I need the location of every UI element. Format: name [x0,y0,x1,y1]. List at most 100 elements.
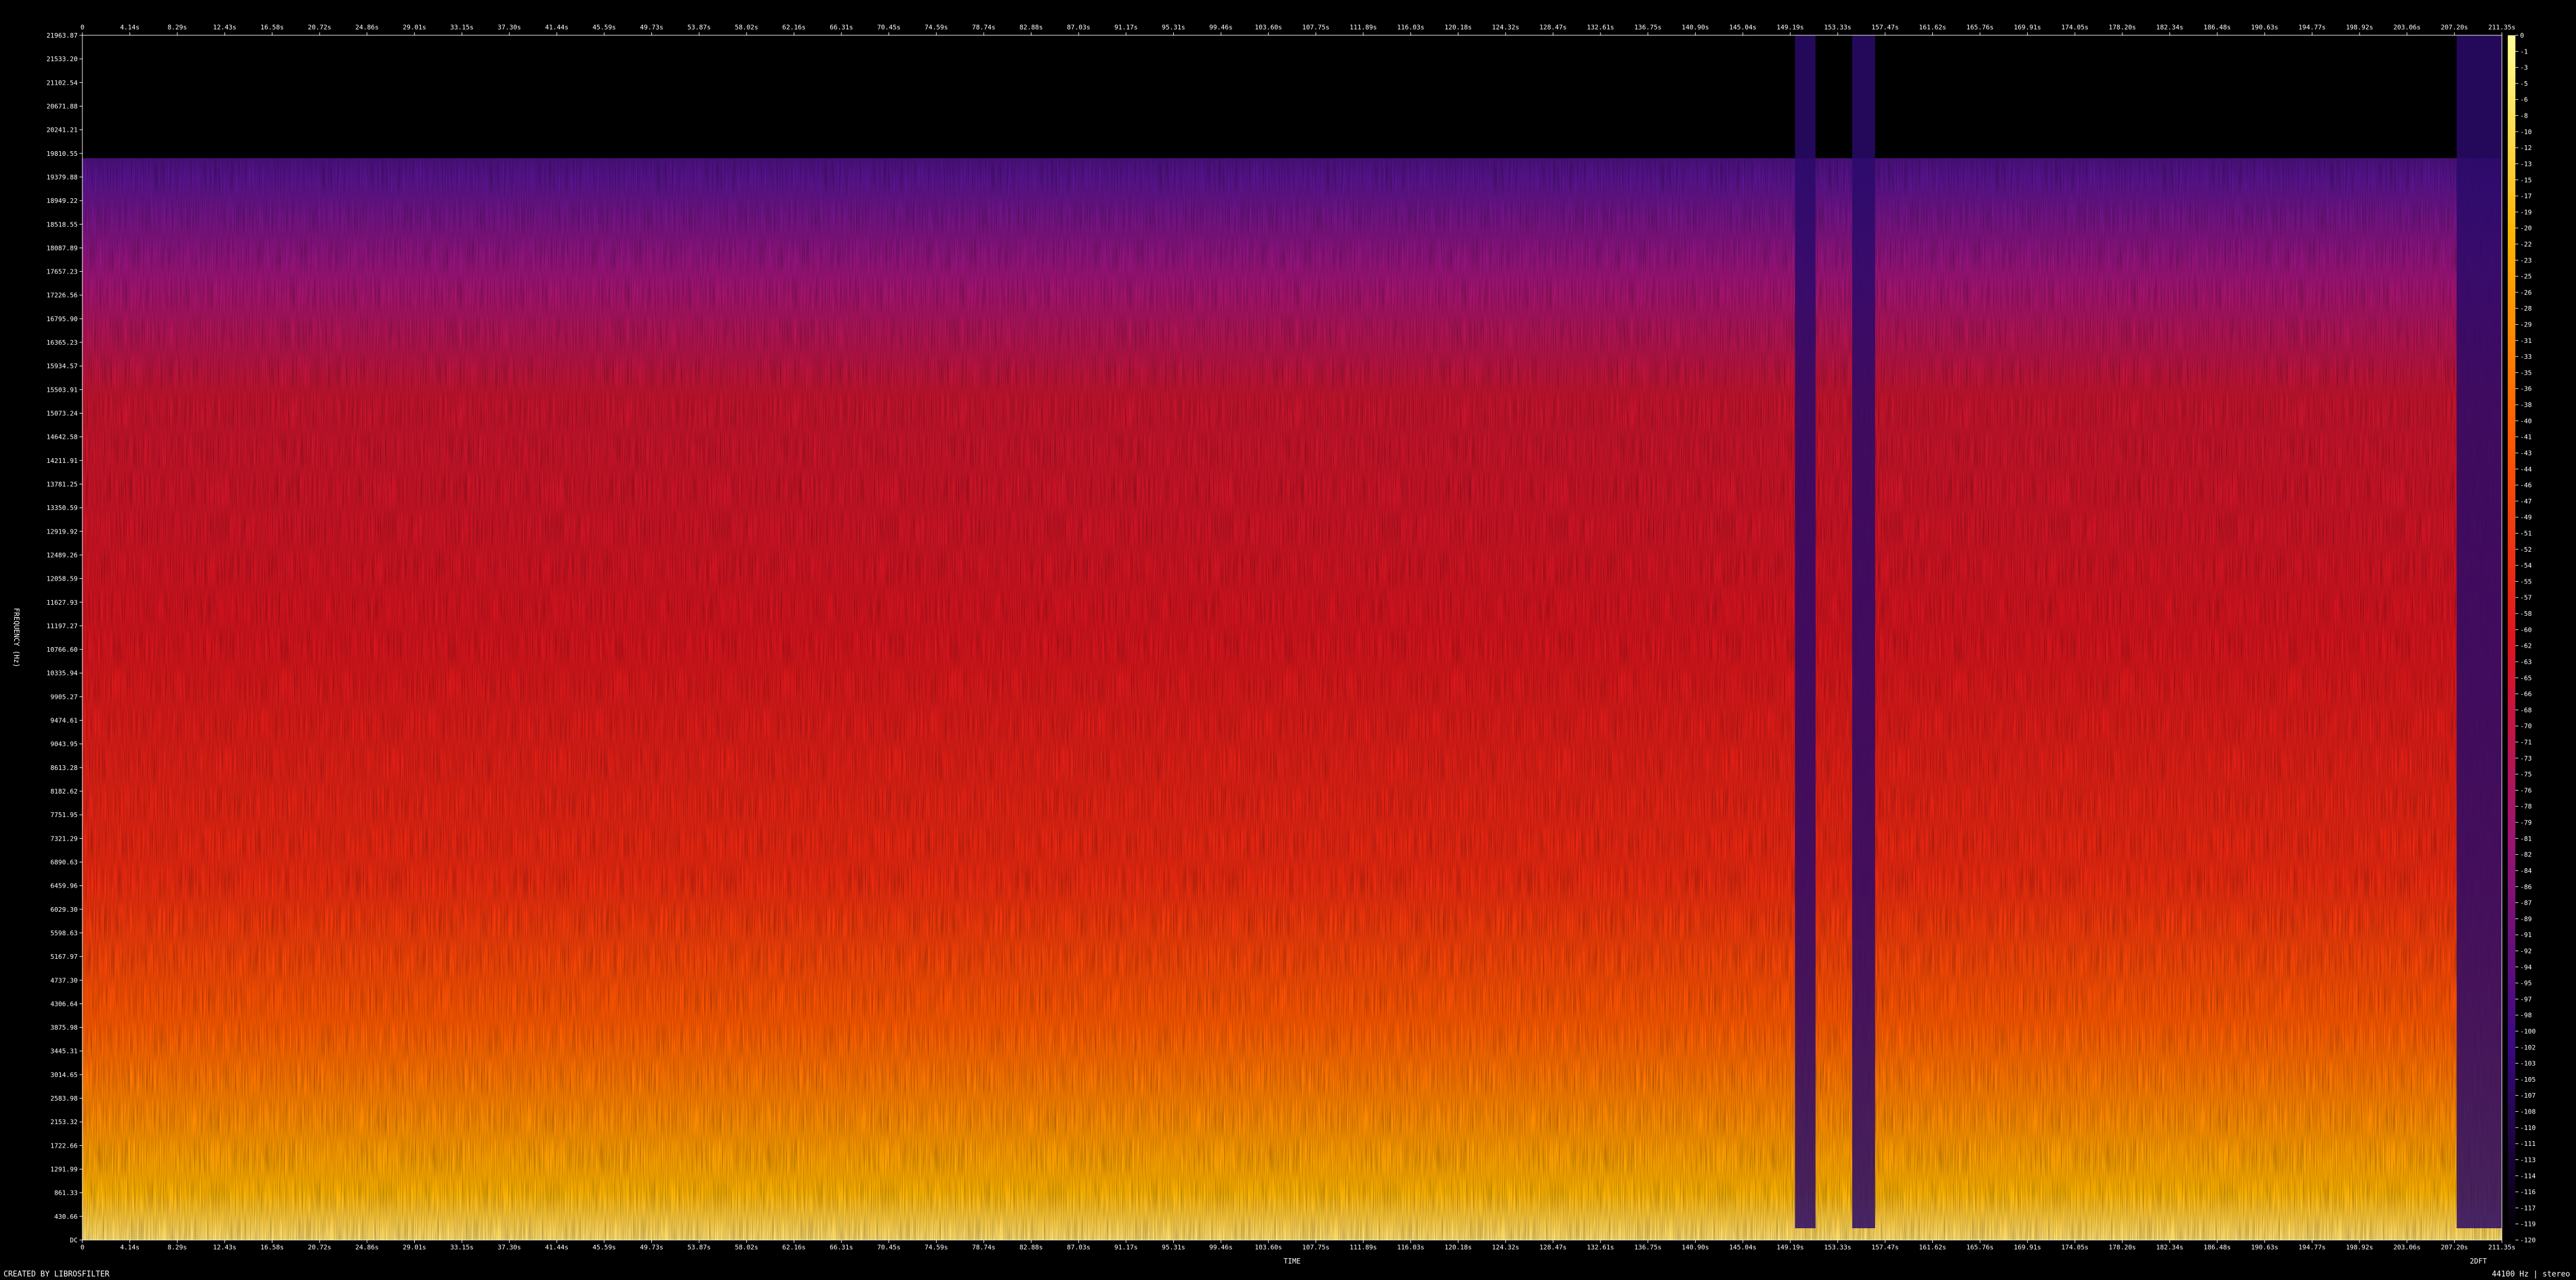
x-tick-top-label: 16.58s [261,24,284,31]
y-tick-label: 15073.24 [46,410,78,418]
x-tick-top-label: 124.32s [1492,24,1519,31]
x-tick-bottom-label: 132.61s [1587,1244,1614,1251]
colorbar-tick-label: -73 [2520,755,2532,762]
colorbar-tick-label: -46 [2520,482,2532,489]
x-tick-top-label: 82.88s [1020,24,1043,31]
y-tick-label: 21533.20 [46,55,78,63]
y-tick-label: 18949.22 [46,197,78,205]
x-tick-bottom-label: 33.15s [450,1244,474,1251]
x-tick-bottom-label: 211.35s [2488,1244,2515,1251]
y-tick-label: 8613.28 [51,764,78,772]
x-tick-top-label: 70.45s [877,24,901,31]
x-tick-top-label: 29.01s [403,24,427,31]
colorbar-tick-label: -23 [2520,256,2532,264]
y-tick-label: 3445.31 [51,1048,78,1055]
x-tick-bottom-label: 136.75s [1635,1244,1662,1251]
x-tick-bottom-label: 124.32s [1492,1244,1519,1251]
colorbar-tick-label: -92 [2520,947,2532,955]
colorbar-tick-label: -3 [2520,64,2528,72]
colorbar-tick-label: -86 [2520,883,2532,891]
colorbar-tick-label: -98 [2520,1012,2532,1019]
colorbar-tick-label: -6 [2520,96,2528,104]
colorbar-tick-label: -63 [2520,658,2532,666]
y-tick-label: 11627.93 [46,599,78,606]
x-tick-bottom-label: 66.31s [830,1244,853,1251]
x-tick-top-label: 132.61s [1587,24,1614,31]
x-tick-top-label: 194.77s [2298,24,2325,31]
x-tick-top-label: 174.05s [2061,24,2088,31]
x-tick-bottom-label: 70.45s [877,1244,901,1251]
x-tick-bottom-label: 190.63s [2251,1244,2278,1251]
y-tick-label: 16365.23 [46,339,78,346]
credit-label: CREATED BY LIBROSFILTER [4,1270,110,1279]
colorbar-tick-label: -10 [2520,128,2532,136]
y-tick-label: 6029.30 [51,906,78,914]
colorbar-tick-label: -36 [2520,385,2532,393]
x-tick-bottom-label: 153.33s [1824,1244,1851,1251]
x-tick-top-label: 178.20s [2109,24,2136,31]
y-tick-label: 21963.87 [46,32,78,39]
colorbar-tick-label: -19 [2520,208,2532,216]
x-tick-top-label: 45.59s [593,24,616,31]
colorbar-tick-label: -84 [2520,867,2532,875]
x-tick-bottom-label: 37.30s [498,1244,521,1251]
x-tick-bottom-label: 49.73s [640,1244,664,1251]
x-tick-top-label: 12.43s [213,24,237,31]
y-tick-label: 12919.92 [46,528,78,535]
x-tick-top-label: 41.44s [545,24,568,31]
colorbar-tick-label: -44 [2520,465,2532,473]
colorbar-tick-label: -20 [2520,225,2532,232]
y-tick-label: 18518.55 [46,221,78,228]
colorbar-tick-label: -81 [2520,835,2532,842]
colorbar-tick-label: -119 [2520,1221,2536,1228]
x-tick-top-label: 99.46s [1209,24,1233,31]
x-tick-top-label: 120.18s [1445,24,1472,31]
y-tick-label: 9474.61 [51,717,78,725]
y-tick-label: 14211.91 [46,457,78,465]
x-tick-top-label: 87.03s [1067,24,1090,31]
x-tick-bottom-label: 111.89s [1350,1244,1377,1251]
y-tick-label: 17226.56 [46,292,78,299]
colorbar-tick-label: -100 [2520,1028,2536,1035]
x-tick-top-label: 107.75s [1302,24,1329,31]
colorbar-tick-label: -51 [2520,530,2532,538]
y-tick-label: 5598.63 [51,929,78,937]
x-tick-bottom-label: 174.05s [2061,1244,2088,1251]
y-tick-label: 21102.54 [46,79,78,86]
x-tick-top-label: 161.62s [1919,24,1946,31]
x-tick-top-label: 33.15s [450,24,474,31]
colorbar-tick-label: -33 [2520,353,2532,361]
y-tick-label: 2153.32 [51,1118,78,1126]
colorbar-tick-label: -17 [2520,192,2532,200]
colorbar-tick-label: -105 [2520,1076,2536,1084]
colorbar-tick-label: -102 [2520,1044,2536,1051]
x-tick-top-label: 24.86s [355,24,379,31]
colorbar-tick-label: -22 [2520,241,2532,248]
x-tick-top-label: 157.47s [1872,24,1899,31]
x-tick-bottom-label: 99.46s [1209,1244,1233,1251]
y-tick-label: 3014.65 [51,1071,78,1079]
x-tick-bottom-label: 29.01s [403,1244,427,1251]
x-tick-top-label: 207.20s [2441,24,2468,31]
x-tick-top-label: 66.31s [830,24,853,31]
x-tick-top-label: 78.74s [972,24,996,31]
y-tick-label: 4737.30 [51,976,78,984]
colorbar-tick-label: -65 [2520,674,2532,682]
colorbar-tick-label: -35 [2520,369,2532,376]
spectrogram-chart: 0 0 4.14s 4.14s 8.29s 8.29s 12.43s 12.43s 16.58s… [12,24,2536,1265]
colorbar-tick-label: -82 [2520,851,2532,859]
x-tick-bottom-label: 203.06s [2394,1244,2421,1251]
x-tick-top-label: 74.59s [924,24,948,31]
x-tick-top-label: 62.16s [783,24,806,31]
x-tick-bottom-label: 74.59s [924,1244,948,1251]
colorbar-tick-label: -54 [2520,562,2532,569]
x-tick-bottom-label: 20.72s [308,1244,331,1251]
x-tick-bottom-label: 169.91s [2014,1244,2041,1251]
x-tick-bottom-label: 12.43s [213,1244,237,1251]
quiet-region-0 [1795,35,1816,1228]
x-tick-top-label: 165.76s [1966,24,1993,31]
y-tick-label: 15934.57 [46,362,78,370]
y-tick-label: 18087.89 [46,244,78,252]
colorbar-tick-label: -49 [2520,514,2532,521]
colorbar-tick-label: -70 [2520,722,2532,730]
